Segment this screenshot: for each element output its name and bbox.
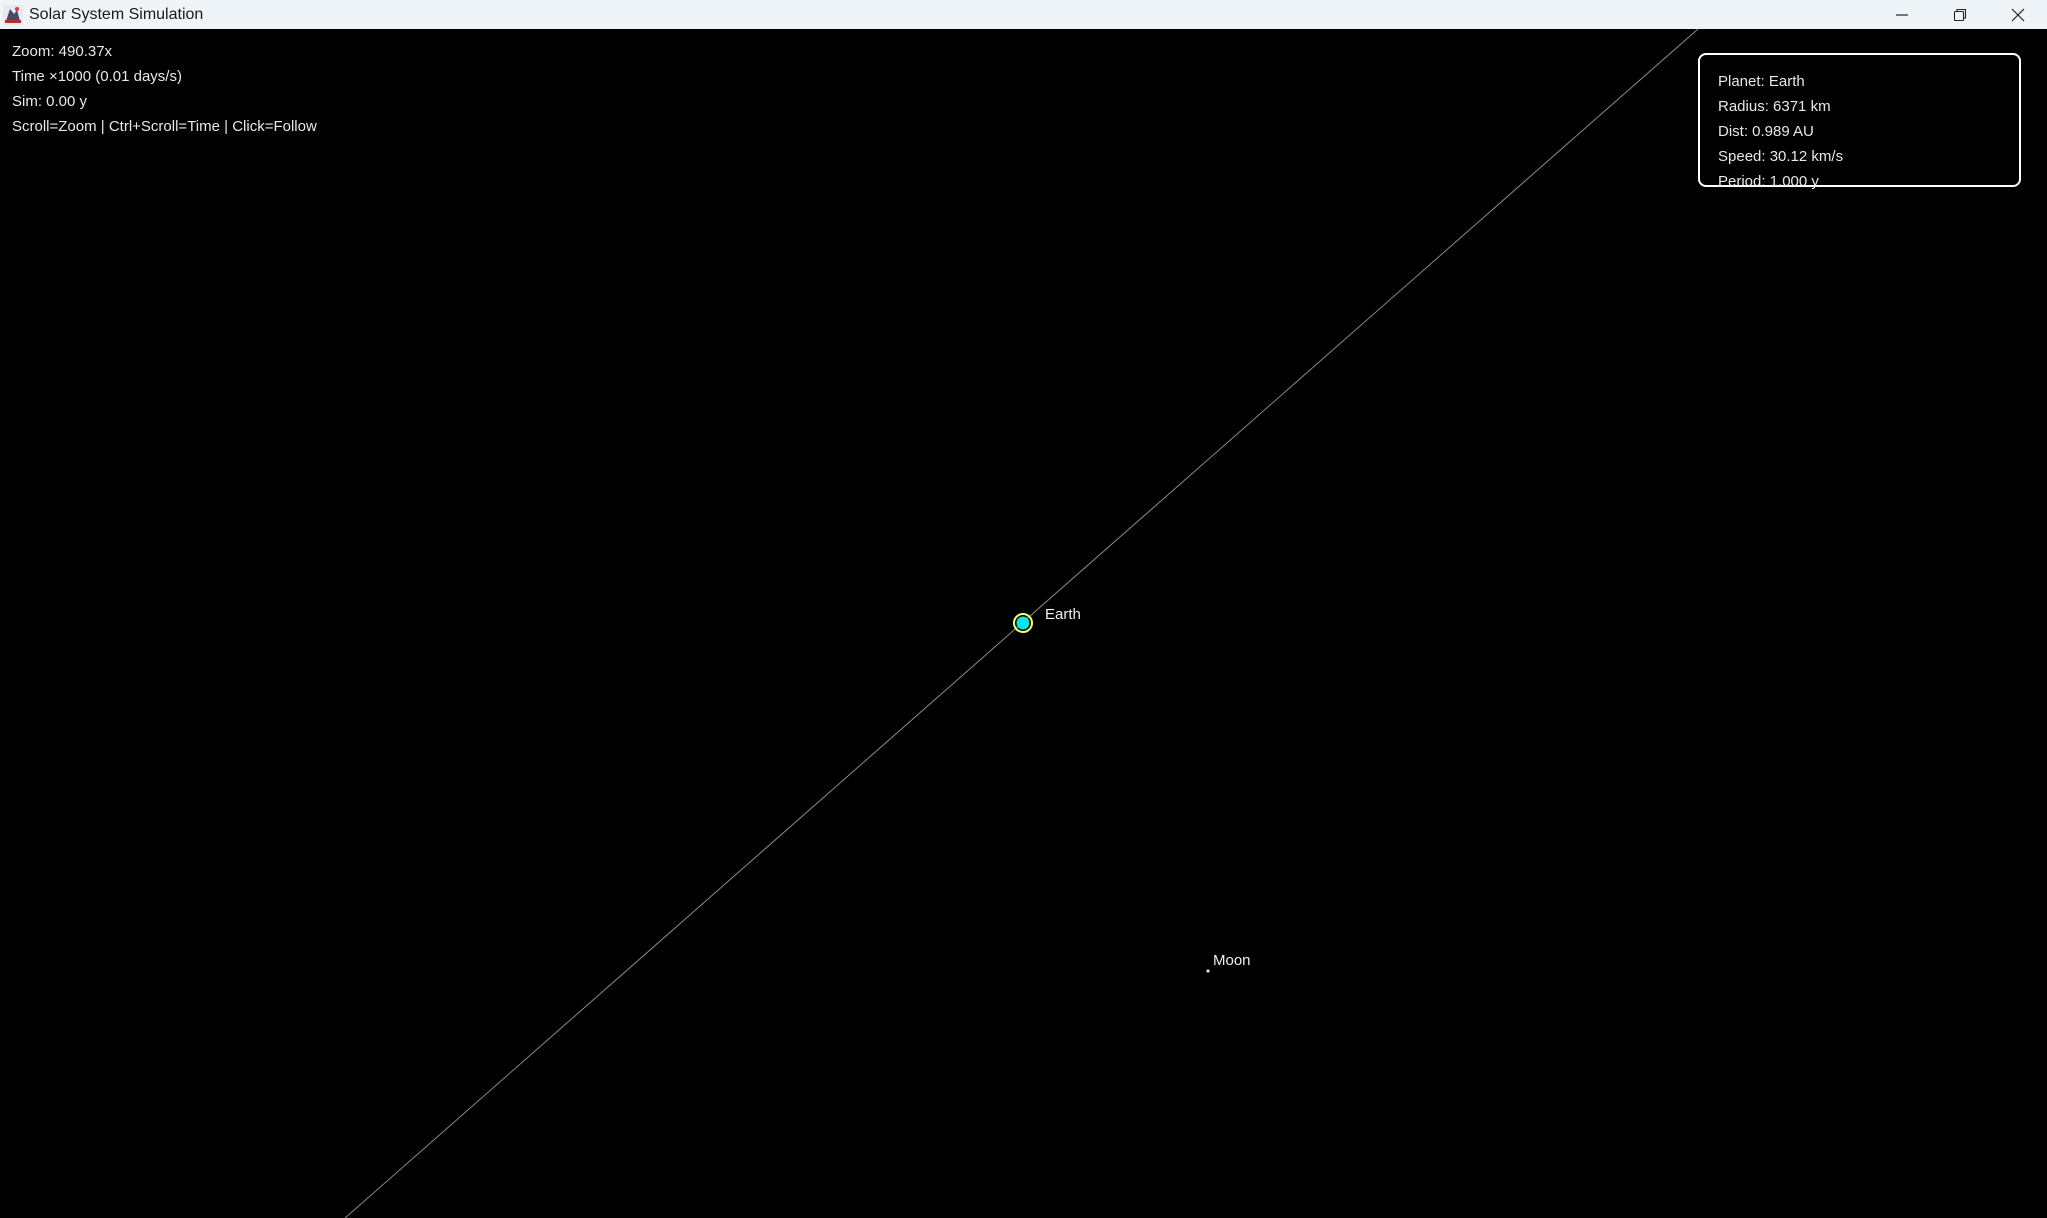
sim-readout: Sim: 0.00 y: [12, 93, 88, 110]
moon-label: Moon: [1213, 952, 1251, 969]
restore-icon: [1953, 8, 1967, 22]
close-icon: [2011, 8, 2025, 22]
minimize-button[interactable]: [1873, 0, 1931, 29]
window-controls: [1873, 0, 2047, 29]
planet-name: Planet: Earth: [1718, 73, 1805, 90]
planet-info-panel: Planet: Earth Radius: 6371 km Dist: 0.98…: [1698, 53, 2021, 190]
earth-body[interactable]: [1016, 616, 1030, 630]
hud-overlay: Zoom: 490.37x Time ×1000 (0.01 days/s) S…: [12, 39, 317, 139]
window-title: Solar System Simulation: [29, 5, 204, 23]
planet-radius: Radius: 6371 km: [1718, 98, 1831, 115]
title-bar[interactable]: Solar System Simulation: [0, 0, 2047, 29]
minimize-icon: [1895, 8, 1909, 22]
planet-period: Period: 1.000 y: [1718, 173, 1819, 190]
simulation-canvas[interactable]: Zoom: 490.37x Time ×1000 (0.01 days/s) S…: [0, 29, 2047, 1218]
java-icon[interactable]: [3, 4, 23, 25]
scene-svg: [344, 29, 1699, 1218]
earth-label: Earth: [1045, 606, 1081, 623]
planet-distance: Dist: 0.989 AU: [1718, 123, 1814, 140]
moon-body[interactable]: [1206, 969, 1210, 973]
controls-help: Scroll=Zoom | Ctrl+Scroll=Time | Click=F…: [12, 118, 317, 135]
time-readout: Time ×1000 (0.01 days/s): [12, 68, 182, 85]
zoom-readout: Zoom: 490.37x: [12, 43, 113, 60]
planet-speed: Speed: 30.12 km/s: [1718, 148, 1844, 165]
close-button[interactable]: [1989, 0, 2047, 29]
restore-button[interactable]: [1931, 0, 1989, 29]
